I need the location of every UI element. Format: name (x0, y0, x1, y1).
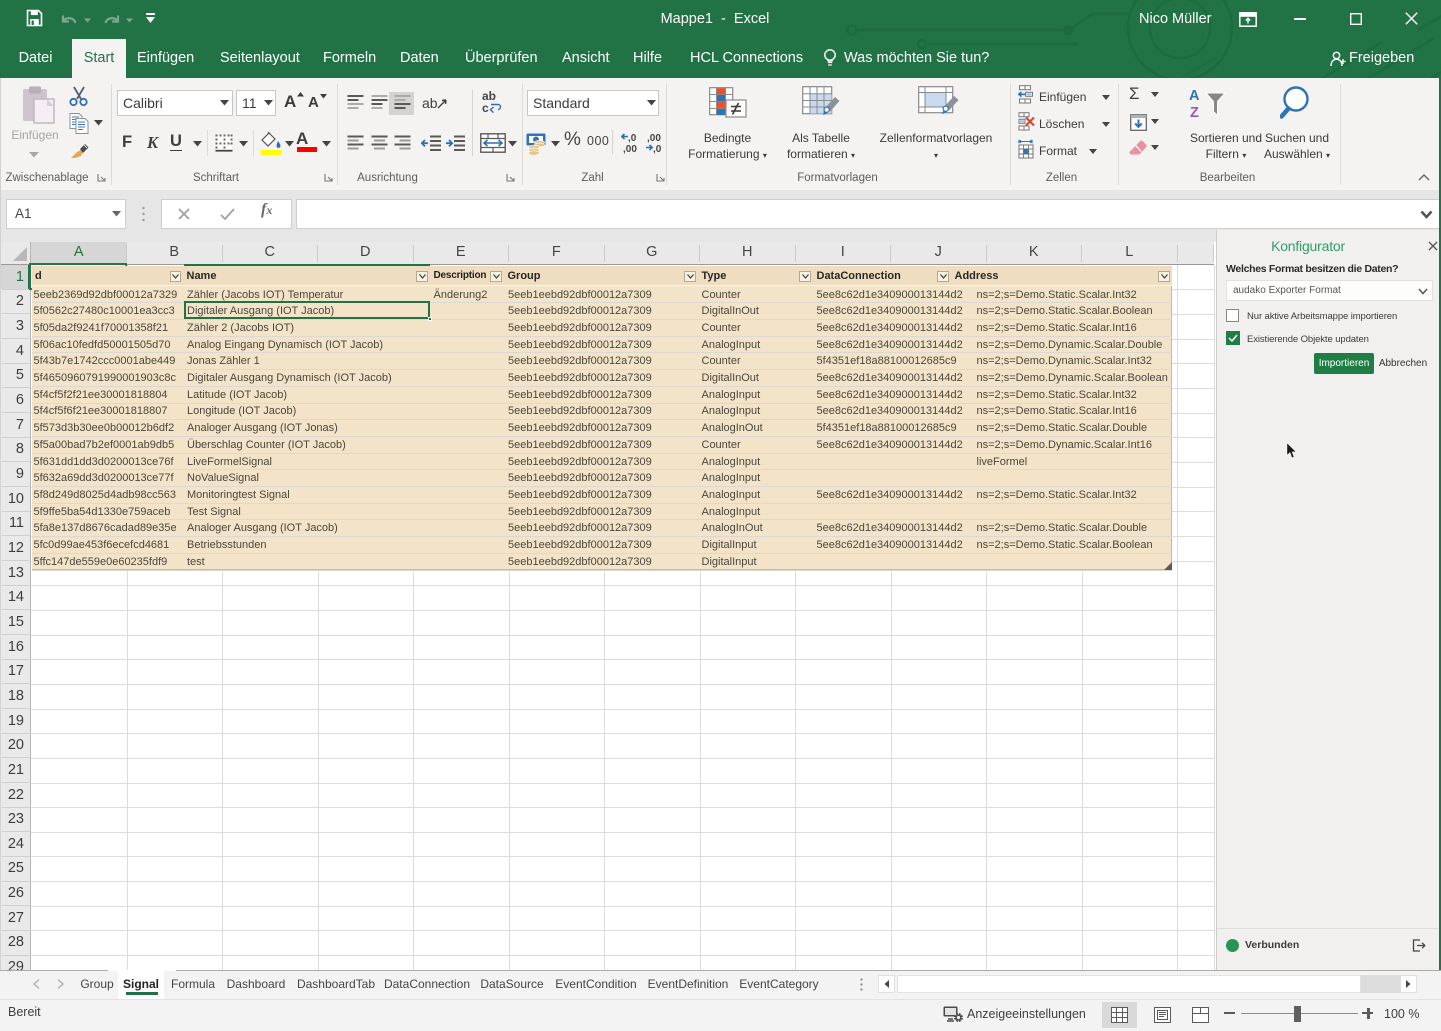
svg-text:A: A (1189, 88, 1200, 104)
svg-text:,0: ,0 (628, 133, 637, 144)
svg-text:Z: Z (1190, 105, 1199, 121)
svg-text:ab: ab (422, 95, 438, 111)
svg-text:c: c (482, 101, 489, 115)
svg-text:,00: ,00 (623, 144, 637, 154)
svg-text:,00: ,00 (647, 133, 661, 144)
svg-text:,0: ,0 (653, 144, 662, 154)
